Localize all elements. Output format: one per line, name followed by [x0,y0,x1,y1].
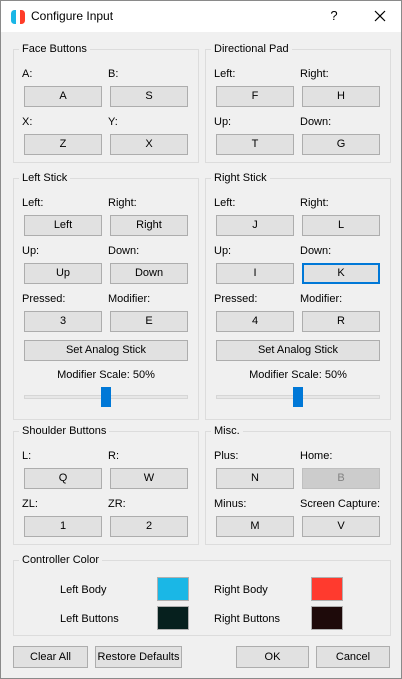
right-buttons-color-button[interactable] [311,606,343,630]
close-button[interactable] [365,3,395,29]
lstick-left-binding-button[interactable]: Left [24,215,102,236]
dpad-left-binding-button[interactable]: F [216,86,294,107]
r-label: R: [108,450,119,462]
rstick-pressed-label: Pressed: [214,293,258,305]
group-title: Right Stick [211,172,270,185]
home-binding-button: B [302,468,380,489]
dpad-right-label: Right: [300,68,329,80]
rstick-modifier-binding-button[interactable]: R [302,311,380,332]
lstick-up-binding-button[interactable]: Up [24,263,102,284]
rstick-up-binding-button[interactable]: I [216,263,294,284]
y-label: Y: [108,116,118,128]
window-title: Configure Input [31,9,114,23]
controller-color-group: Controller Color Left Body Right Body Le… [13,554,391,636]
dpad-down-binding-button[interactable]: G [302,134,380,155]
x-binding-button[interactable]: Z [24,134,102,155]
b-binding-button[interactable]: S [110,86,188,107]
a-binding-button[interactable]: A [24,86,102,107]
lstick-modifier-scale-label: Modifier Scale: 50% [57,369,155,381]
l-label: L: [22,450,32,462]
shoulder-buttons-group: Shoulder Buttons L: R: Q W ZL: ZR: 1 2 [13,425,199,545]
rstick-modifier-label: Modifier: [300,293,343,305]
rstick-right-binding-button[interactable]: L [302,215,380,236]
zr-binding-button[interactable]: 2 [110,516,188,537]
lstick-left-label: Left: [22,197,44,209]
rstick-down-binding-button[interactable]: K [302,263,380,284]
right-stick-group: Right Stick Left: Right: J L Up: Down: I… [205,172,391,420]
app-icon [11,10,25,24]
rstick-left-label: Left: [214,197,236,209]
home-label: Home: [300,450,333,462]
face-buttons-group: Face Buttons A: B: A S X: Y: Z X [13,43,199,163]
right-body-color-button[interactable] [311,577,343,601]
rstick-up-label: Up: [214,245,232,257]
group-title: Misc. [211,425,243,438]
right-buttons-label: Right Buttons [214,613,281,625]
y-binding-button[interactable]: X [110,134,188,155]
restore-defaults-button[interactable]: Restore Defaults [95,646,182,668]
left-buttons-label: Left Buttons [60,613,119,625]
zr-label: ZR: [108,498,126,510]
plus-label: Plus: [214,450,239,462]
lstick-right-binding-button[interactable]: Right [110,215,188,236]
clear-all-button[interactable]: Clear All [13,646,88,668]
a-label: A: [22,68,33,80]
configure-input-dialog: Configure Input ? Face Buttons A: B: A S… [0,0,402,679]
r-binding-button[interactable]: W [110,468,188,489]
cancel-button[interactable]: Cancel [316,646,390,668]
l-binding-button[interactable]: Q [24,468,102,489]
lstick-set-analog-button[interactable]: Set Analog Stick [24,340,188,361]
group-title: Face Buttons [19,43,90,56]
rstick-set-analog-button[interactable]: Set Analog Stick [216,340,380,361]
lstick-down-binding-button[interactable]: Down [110,263,188,284]
lstick-pressed-label: Pressed: [22,293,66,305]
dpad-up-binding-button[interactable]: T [216,134,294,155]
rstick-slider-thumb[interactable] [293,387,303,407]
dpad-left-label: Left: [214,68,236,80]
group-title: Left Stick [19,172,71,185]
minus-label: Minus: [214,498,247,510]
left-stick-group: Left Stick Left: Right: Left Right Up: D… [13,172,199,420]
rstick-right-label: Right: [300,197,329,209]
zl-label: ZL: [22,498,38,510]
rstick-down-label: Down: [300,245,332,257]
close-icon [374,10,386,22]
title-bar: Configure Input ? [1,1,401,32]
zl-binding-button[interactable]: 1 [24,516,102,537]
lstick-slider-thumb[interactable] [101,387,111,407]
left-buttons-color-button[interactable] [157,606,189,630]
rstick-pressed-binding-button[interactable]: 4 [216,311,294,332]
rstick-modifier-scale-label: Modifier Scale: 50% [249,369,347,381]
lstick-modifier-binding-button[interactable]: E [110,311,188,332]
minus-binding-button[interactable]: M [216,516,294,537]
screen-capture-binding-button[interactable]: V [302,516,380,537]
x-label: X: [22,116,33,128]
group-title: Directional Pad [211,43,292,56]
dpad-right-binding-button[interactable]: H [302,86,380,107]
misc-group: Misc. Plus: Home: N B Minus: Screen Capt… [205,425,391,545]
group-title: Controller Color [19,554,103,567]
right-body-label: Right Body [214,584,268,596]
dpad-down-label: Down: [300,116,332,128]
left-body-label: Left Body [60,584,107,596]
lstick-modifier-label: Modifier: [108,293,151,305]
b-label: B: [108,68,119,80]
help-button[interactable]: ? [319,3,349,29]
group-title: Shoulder Buttons [19,425,110,438]
lstick-down-label: Down: [108,245,140,257]
plus-binding-button[interactable]: N [216,468,294,489]
lstick-up-label: Up: [22,245,40,257]
directional-pad-group: Directional Pad Left: Right: F H Up: Dow… [205,43,391,163]
screen-capture-label: Screen Capture: [300,498,381,510]
dpad-up-label: Up: [214,116,232,128]
rstick-left-binding-button[interactable]: J [216,215,294,236]
lstick-pressed-binding-button[interactable]: 3 [24,311,102,332]
lstick-right-label: Right: [108,197,137,209]
ok-button[interactable]: OK [236,646,309,668]
left-body-color-button[interactable] [157,577,189,601]
